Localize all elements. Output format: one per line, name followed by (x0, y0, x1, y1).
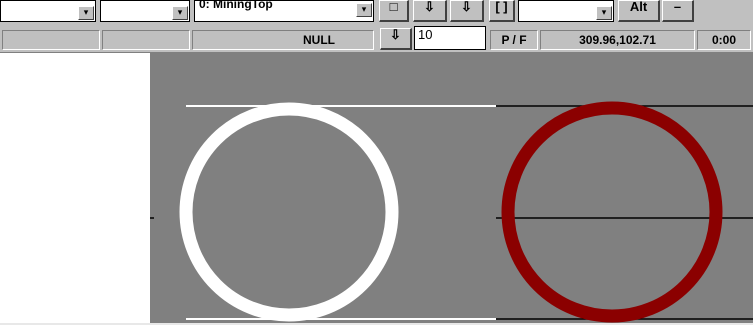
time-readout: 0:00 (697, 30, 751, 50)
chevron-down-icon[interactable]: ▾ (78, 6, 94, 20)
canvas-drawing (150, 101, 753, 323)
drawing-canvas[interactable] (150, 52, 753, 325)
layer-combo-value: 0: MiningTop (199, 0, 273, 11)
square-button[interactable]: □ (379, 0, 409, 22)
value-input[interactable]: 10 (414, 26, 486, 50)
status-cell-null: NULL (192, 30, 374, 50)
chevron-down-icon[interactable]: ▾ (172, 6, 188, 20)
alt-button[interactable]: Alt (618, 0, 660, 22)
down-arrow-button-2[interactable]: ⇩ (450, 0, 484, 22)
null-label: NULL (303, 33, 335, 47)
minus-button[interactable]: – (662, 0, 694, 22)
red-circle[interactable] (501, 101, 723, 323)
chevron-down-icon[interactable]: ▾ (356, 3, 372, 17)
down-arrow-button-1[interactable]: ⇩ (413, 0, 447, 22)
coordinates-readout: 309.96,102.71 (540, 30, 695, 50)
white-circle[interactable] (179, 102, 399, 322)
combo-box-3[interactable]: ▾ (518, 0, 614, 22)
chevron-down-icon[interactable]: ▾ (596, 6, 612, 20)
pf-indicator: P / F (490, 30, 538, 50)
layer-combo[interactable]: 0: MiningTop ▾ (194, 0, 374, 22)
combo-box-2[interactable]: ▾ (100, 0, 190, 22)
status-cell-1 (2, 30, 100, 50)
toolbar: ▾ ▾ 0: MiningTop ▾ □ ⇩ ⇩ [ ] ▾ Alt – (0, 0, 753, 29)
status-bar: NULL ⇩ 10 P / F 309.96,102.71 0:00 (0, 26, 753, 53)
status-cell-2 (102, 30, 190, 50)
down-arrow-icon[interactable]: ⇩ (380, 28, 412, 50)
combo-box-1[interactable]: ▾ (0, 0, 96, 22)
bracket-button[interactable]: [ ] (489, 0, 515, 22)
